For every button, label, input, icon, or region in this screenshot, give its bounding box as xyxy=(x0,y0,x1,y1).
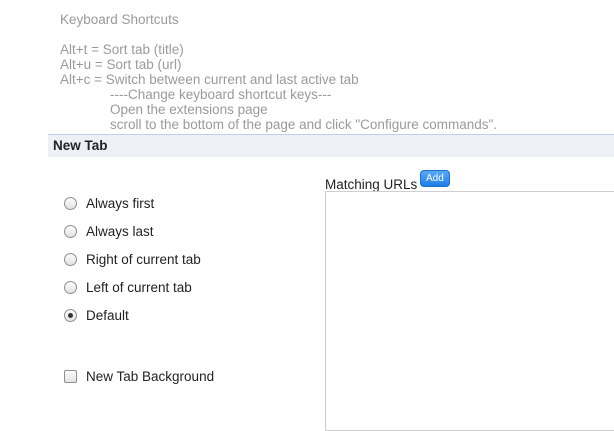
radio-button-checked[interactable] xyxy=(64,308,77,322)
radio-label: Default xyxy=(86,307,129,323)
new-tab-background-checkbox[interactable] xyxy=(64,370,77,383)
add-url-button[interactable]: Add xyxy=(420,170,450,187)
radio-label: Always last xyxy=(86,223,154,239)
shortcut-switch-tab: Alt+c = Switch between current and last … xyxy=(60,72,359,87)
radio-button[interactable] xyxy=(64,280,77,294)
change-keys-step-2: scroll to the bottom of the page and cli… xyxy=(110,117,498,132)
radio-label: Right of current tab xyxy=(86,251,201,267)
radio-option-left-of-current[interactable]: Left of current tab xyxy=(64,273,201,301)
matching-urls-label: Matching URLs xyxy=(325,177,418,192)
new-tab-background-label: New Tab Background xyxy=(86,369,215,384)
radio-option-always-first[interactable]: Always first xyxy=(64,189,201,217)
new-tab-header: New Tab xyxy=(48,134,614,157)
matching-urls-textarea[interactable] xyxy=(325,191,614,431)
radio-option-always-last[interactable]: Always last xyxy=(64,217,201,245)
shortcut-sort-url: Alt+u = Sort tab (url) xyxy=(60,57,182,72)
keyboard-shortcuts-section: Keyboard Shortcuts Alt+t = Sort tab (tit… xyxy=(60,12,497,132)
radio-option-right-of-current[interactable]: Right of current tab xyxy=(64,245,201,273)
radio-button[interactable] xyxy=(64,196,77,210)
change-keys-step-1: Open the extensions page xyxy=(110,102,268,117)
new-tab-background-option[interactable]: New Tab Background xyxy=(64,369,214,384)
radio-button[interactable] xyxy=(64,252,77,266)
radio-button[interactable] xyxy=(64,224,77,238)
radio-label: Left of current tab xyxy=(86,279,192,295)
new-tab-position-radio-group: Always first Always last Right of curren… xyxy=(64,189,201,329)
shortcuts-title: Keyboard Shortcuts xyxy=(60,12,179,27)
shortcut-sort-title: Alt+t = Sort tab (title) xyxy=(60,42,184,57)
radio-option-default[interactable]: Default xyxy=(64,301,201,329)
radio-label: Always first xyxy=(86,195,155,211)
change-keys-heading: ----Change keyboard shortcut keys--- xyxy=(110,87,332,102)
